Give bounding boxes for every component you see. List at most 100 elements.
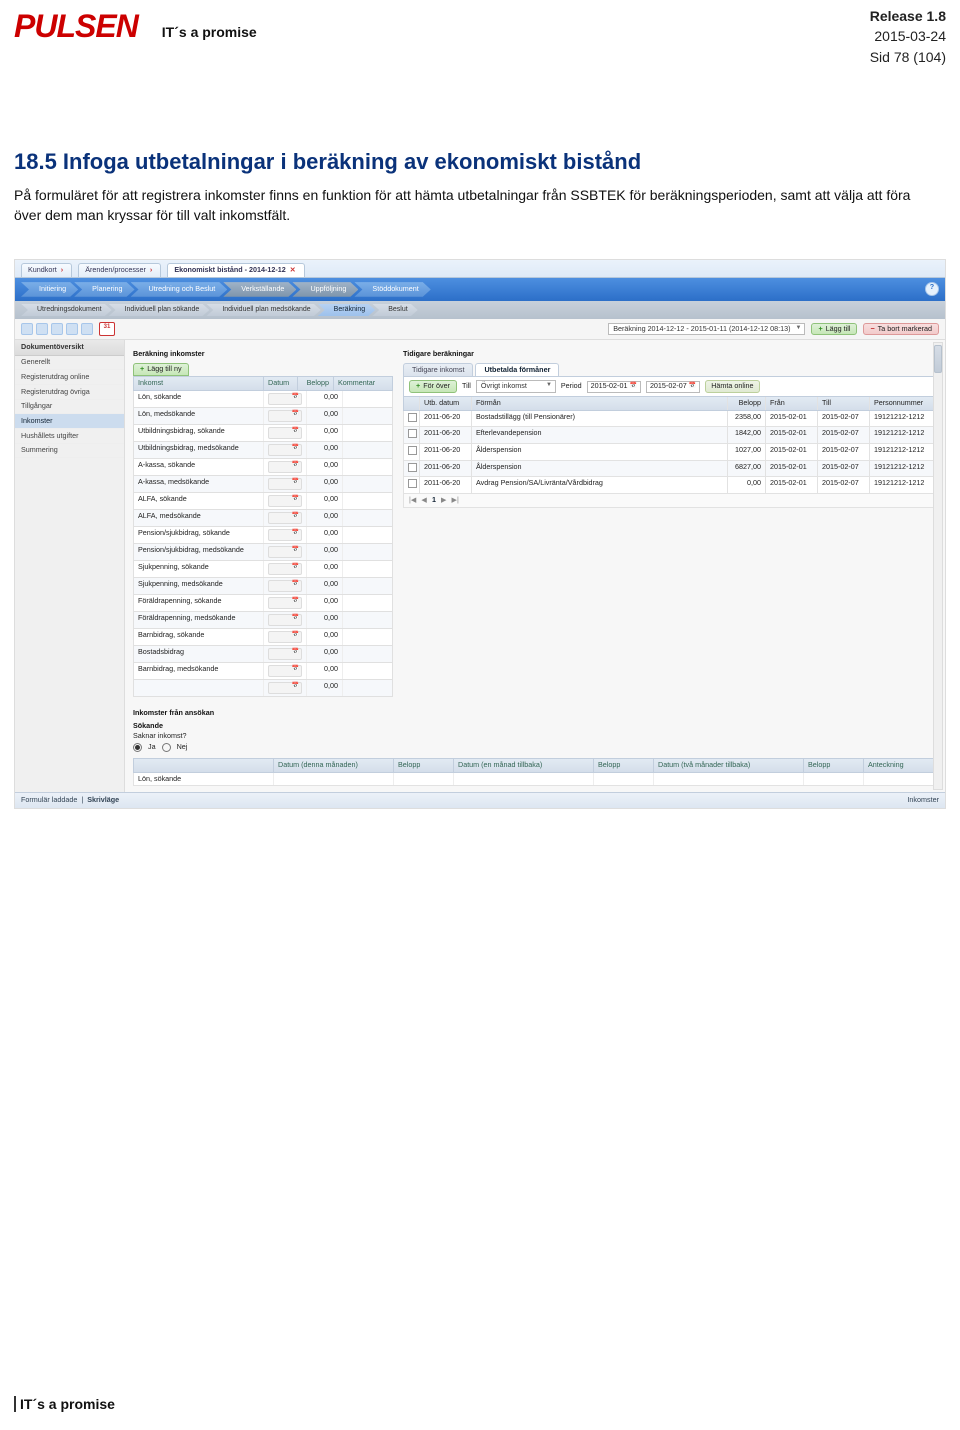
forman-row[interactable]: 2011-06-20Avdrag Pension/SA/Livränta/Vår… xyxy=(403,477,937,494)
cell-belopp[interactable]: 0,00 xyxy=(307,646,343,662)
col-datum-tva[interactable]: Datum (två månader tillbaka) xyxy=(654,759,804,772)
col-forman[interactable]: Förmån xyxy=(472,397,728,410)
cell-kommentar[interactable] xyxy=(343,663,392,679)
for-over-button[interactable]: +För över xyxy=(409,380,457,393)
income-row[interactable]: Pension/sjukbidrag, medsökande0,00 xyxy=(133,544,393,561)
cell-belopp[interactable]: 0,00 xyxy=(307,493,343,509)
cell-datum[interactable] xyxy=(264,578,307,594)
sidebar-item[interactable]: Generellt xyxy=(15,356,124,371)
cell-belopp[interactable]: 0,00 xyxy=(307,578,343,594)
col-kommentar[interactable]: Kommentar xyxy=(334,377,392,390)
cell-datum[interactable] xyxy=(264,459,307,475)
cell-belopp[interactable]: 0,00 xyxy=(307,442,343,458)
step-stoddokument[interactable]: Stöddokument xyxy=(354,282,430,297)
cell-datum[interactable] xyxy=(264,595,307,611)
step-verkstallande[interactable]: Verkställande xyxy=(223,282,296,297)
cell-datum[interactable] xyxy=(264,425,307,441)
col-belopp1[interactable]: Belopp xyxy=(394,759,454,772)
income-row[interactable]: Föräldrapenning, medsökande0,00 xyxy=(133,612,393,629)
chip-individuell-sokande[interactable]: Individuell plan sökande xyxy=(109,304,210,316)
cell-datum[interactable] xyxy=(264,408,307,424)
cell-belopp[interactable]: 0,00 xyxy=(307,510,343,526)
cell-kommentar[interactable] xyxy=(343,612,392,628)
save-icon[interactable] xyxy=(21,323,33,335)
income-row[interactable]: A-kassa, medsökande0,00 xyxy=(133,476,393,493)
sidebar-item[interactable]: Registerutdrag övriga xyxy=(15,385,124,400)
income-row[interactable]: Lön, medsökande0,00 xyxy=(133,408,393,425)
income-row[interactable]: Barnbidrag, sökande0,00 xyxy=(133,629,393,646)
subtab-utbetalda-formaner[interactable]: Utbetalda förmåner xyxy=(475,363,559,377)
cell-kommentar[interactable] xyxy=(343,442,392,458)
cell[interactable] xyxy=(594,773,654,786)
scrollbar-thumb[interactable] xyxy=(934,345,942,373)
cell-datum[interactable] xyxy=(264,561,307,577)
col-belopp[interactable]: Belopp xyxy=(728,397,766,410)
cell-kommentar[interactable] xyxy=(343,391,392,407)
period-select[interactable]: Beräkning 2014-12-12 - 2015-01-11 (2014-… xyxy=(608,323,805,336)
cell-kommentar[interactable] xyxy=(343,493,392,509)
sidebar-item[interactable]: Summering xyxy=(15,444,124,459)
cell-checkbox[interactable] xyxy=(404,411,420,427)
cell-datum[interactable] xyxy=(264,527,307,543)
cell-datum[interactable] xyxy=(264,646,307,662)
col-anteckning[interactable]: Anteckning xyxy=(864,759,936,772)
income-row[interactable]: ALFA, medsökande0,00 xyxy=(133,510,393,527)
cell-kommentar[interactable] xyxy=(343,595,392,611)
income-row[interactable]: A-kassa, sökande0,00 xyxy=(133,459,393,476)
fetch-online-button[interactable]: Hämta online xyxy=(705,380,759,393)
cell[interactable] xyxy=(274,773,394,786)
income-row[interactable]: Barnbidrag, medsökande0,00 xyxy=(133,663,393,680)
chip-utredningsdokument[interactable]: Utredningsdokument xyxy=(21,304,112,316)
col-personnummer[interactable]: Personnummer xyxy=(870,397,936,410)
cell-belopp[interactable]: 0,00 xyxy=(307,561,343,577)
cell-belopp[interactable]: 0,00 xyxy=(307,612,343,628)
pager-prev[interactable]: ◀ xyxy=(421,496,427,505)
radio-nej[interactable] xyxy=(162,743,171,752)
cell[interactable] xyxy=(864,773,936,786)
sidebar-item[interactable]: Hushållets utgifter xyxy=(15,429,124,444)
sidebar-item[interactable]: Registerutdrag online xyxy=(15,370,124,385)
forman-row[interactable]: 2011-06-20Efterlevandepension1842,002015… xyxy=(403,427,937,444)
cell-datum[interactable] xyxy=(264,476,307,492)
cell-belopp[interactable]: 0,00 xyxy=(307,459,343,475)
income-row[interactable]: ALFA, sökande0,00 xyxy=(133,493,393,510)
income-row[interactable]: Sjukpenning, sökande0,00 xyxy=(133,561,393,578)
cell-kommentar[interactable] xyxy=(343,476,392,492)
step-uppfoljning[interactable]: Uppföljning xyxy=(292,282,358,297)
scrollbar[interactable] xyxy=(933,342,943,790)
income-row[interactable]: Sjukpenning, medsökande0,00 xyxy=(133,578,393,595)
inkomst-select[interactable]: Övrigt inkomst xyxy=(476,380,556,393)
cell-datum[interactable] xyxy=(264,629,307,645)
cell-datum[interactable] xyxy=(264,663,307,679)
step-initiering[interactable]: Initiering xyxy=(21,282,78,297)
cell-checkbox[interactable] xyxy=(404,477,420,493)
cell-kommentar[interactable] xyxy=(343,561,392,577)
tab-kundkort[interactable]: Kundkort› xyxy=(21,263,72,277)
cell-kommentar[interactable] xyxy=(343,425,392,441)
sidebar-item[interactable]: Inkomster xyxy=(15,414,124,429)
pager-first[interactable]: |◀ xyxy=(409,496,416,505)
sidebar-item[interactable]: Tillgångar xyxy=(15,400,124,415)
income-row[interactable]: Utbildningsbidrag, sökande0,00 xyxy=(133,425,393,442)
chip-beslut[interactable]: Beslut xyxy=(372,304,417,316)
forman-row[interactable]: 2011-06-20Bostadstillägg (till Pensionär… xyxy=(403,411,937,428)
date-from-input[interactable]: 2015-02-01 xyxy=(587,381,641,393)
chip-berakning[interactable]: Beräkning xyxy=(318,304,376,316)
col-fran[interactable]: Från xyxy=(766,397,818,410)
cell-kommentar[interactable] xyxy=(343,544,392,560)
refresh-icon[interactable] xyxy=(36,323,48,335)
cell-belopp[interactable]: 0,00 xyxy=(307,391,343,407)
step-planering[interactable]: Planering xyxy=(74,282,134,297)
calendar-icon[interactable]: 31 xyxy=(99,322,115,336)
income-row[interactable]: Utbildningsbidrag, medsökande0,00 xyxy=(133,442,393,459)
col-datum-denna[interactable]: Datum (denna månaden) xyxy=(274,759,394,772)
cell-kommentar[interactable] xyxy=(343,578,392,594)
cell-belopp[interactable]: 0,00 xyxy=(307,629,343,645)
cell-checkbox[interactable] xyxy=(404,444,420,460)
tab-arenden[interactable]: Ärenden/processer› xyxy=(78,263,161,277)
cell[interactable] xyxy=(654,773,804,786)
col-belopp[interactable]: Belopp xyxy=(298,377,334,390)
print-icon[interactable] xyxy=(51,323,63,335)
cell-datum[interactable] xyxy=(264,442,307,458)
col-datum-en[interactable]: Datum (en månad tillbaka) xyxy=(454,759,594,772)
